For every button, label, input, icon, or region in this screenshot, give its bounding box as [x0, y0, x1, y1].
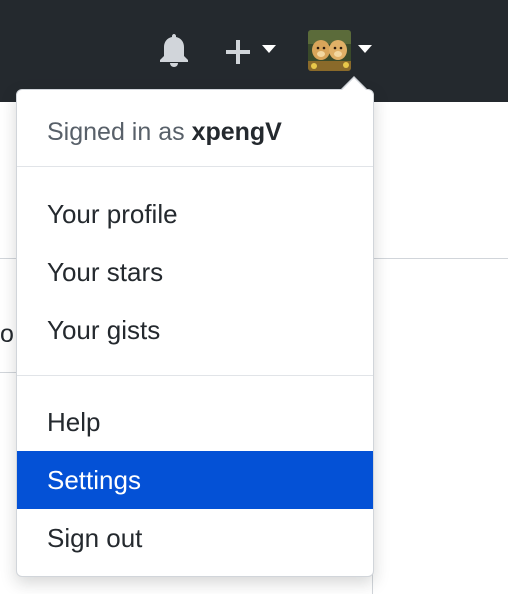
menu-item-your-stars[interactable]: Your stars: [17, 243, 373, 301]
avatar[interactable]: [308, 30, 351, 71]
dropdown-pointer: [341, 78, 367, 91]
caret-down-icon[interactable]: [262, 45, 276, 53]
caret-down-icon[interactable]: [358, 45, 372, 53]
signed-in-label: Signed in as: [47, 118, 185, 146]
menu-item-settings[interactable]: Settings: [17, 451, 373, 509]
background-text-fragment: o: [0, 320, 14, 348]
menu-item-your-profile[interactable]: Your profile: [17, 185, 373, 243]
background-divider: [372, 258, 508, 259]
bell-icon[interactable]: [157, 32, 191, 68]
background-divider: [0, 372, 16, 373]
menu-item-your-gists[interactable]: Your gists: [17, 301, 373, 359]
username: xpengV: [191, 118, 282, 146]
top-header-bar: [0, 0, 508, 102]
menu-divider: [17, 375, 373, 376]
menu-item-sign-out[interactable]: Sign out: [17, 509, 373, 567]
plus-icon[interactable]: [224, 38, 252, 66]
user-dropdown-menu: Signed in as xpengV Your profile Your st…: [16, 76, 374, 577]
menu-item-help[interactable]: Help: [17, 393, 373, 451]
menu-divider: [17, 166, 373, 167]
background-divider: [0, 258, 16, 259]
signed-in-header: Signed in as xpengV: [47, 118, 282, 147]
